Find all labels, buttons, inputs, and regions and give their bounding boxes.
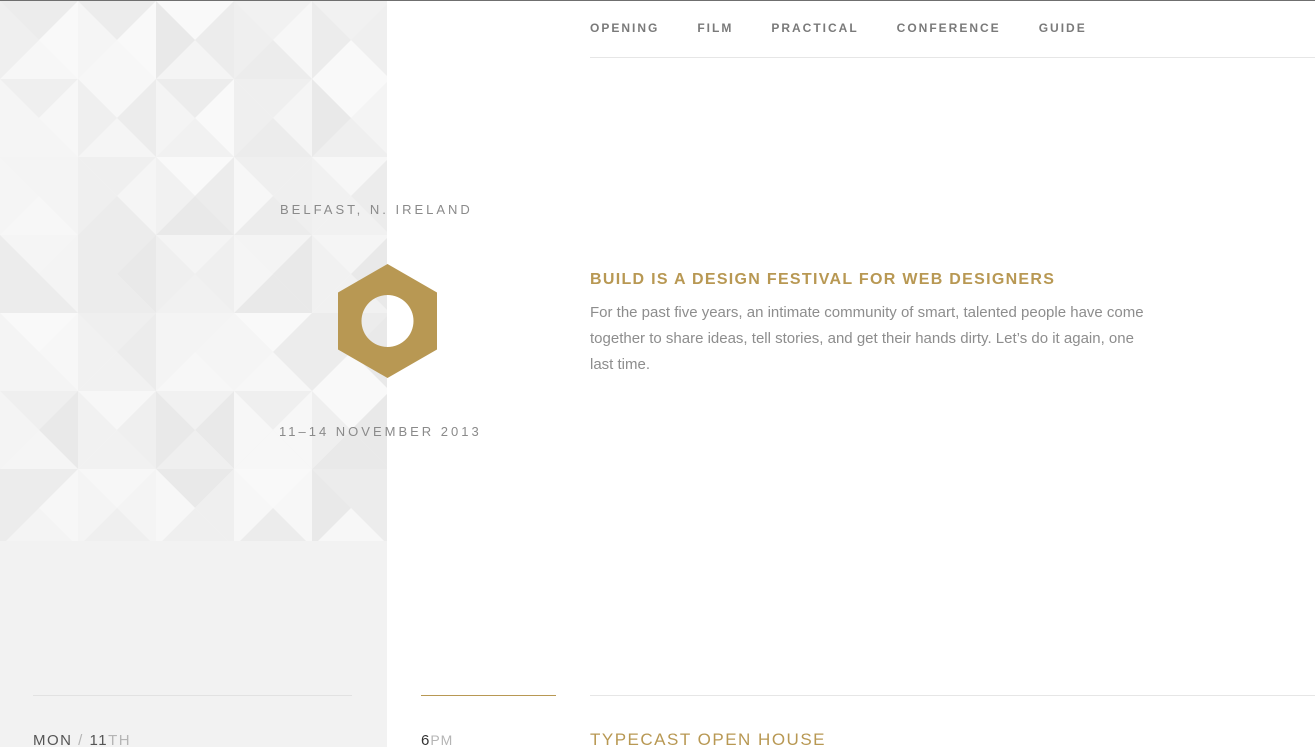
geometric-pattern-panel <box>0 1 387 747</box>
schedule-time: 6PM <box>421 732 453 747</box>
main-nav: OPENING FILM PRACTICAL CONFERENCE GUIDE <box>590 21 1125 35</box>
day-name: MON <box>33 732 73 747</box>
nav-film[interactable]: FILM <box>697 21 733 35</box>
intro-headline: BUILD IS A DESIGN FESTIVAL FOR WEB DESIG… <box>590 271 1056 288</box>
schedule-day: MON / 11TH <box>33 732 131 747</box>
schedule-event-title[interactable]: TYPECAST OPEN HOUSE <box>590 730 826 747</box>
date-suffix: TH <box>108 732 132 747</box>
time-number: 6 <box>421 732 431 747</box>
nav-practical[interactable]: PRACTICAL <box>771 21 858 35</box>
time-divider <box>421 695 556 696</box>
day-divider <box>33 695 352 696</box>
event-location: BELFAST, N. IRELAND <box>280 202 473 217</box>
event-dates: 11–14 NOVEMBER 2013 <box>279 424 482 439</box>
page: OPENING FILM PRACTICAL CONFERENCE GUIDE … <box>0 0 1315 747</box>
nav-conference[interactable]: CONFERENCE <box>897 21 1001 35</box>
time-meridiem: PM <box>430 732 454 747</box>
pattern-fade <box>0 541 387 747</box>
nav-guide[interactable]: GUIDE <box>1039 21 1087 35</box>
intro-body: For the past five years, an intimate com… <box>590 304 1144 373</box>
nav-opening[interactable]: OPENING <box>590 21 659 35</box>
date-number: 11 <box>89 732 109 747</box>
day-separator: / <box>78 732 84 747</box>
hexagon-nut-icon <box>338 264 437 378</box>
nav-divider <box>590 57 1315 58</box>
triangle-pattern <box>0 1 387 747</box>
event-divider <box>590 695 1315 696</box>
